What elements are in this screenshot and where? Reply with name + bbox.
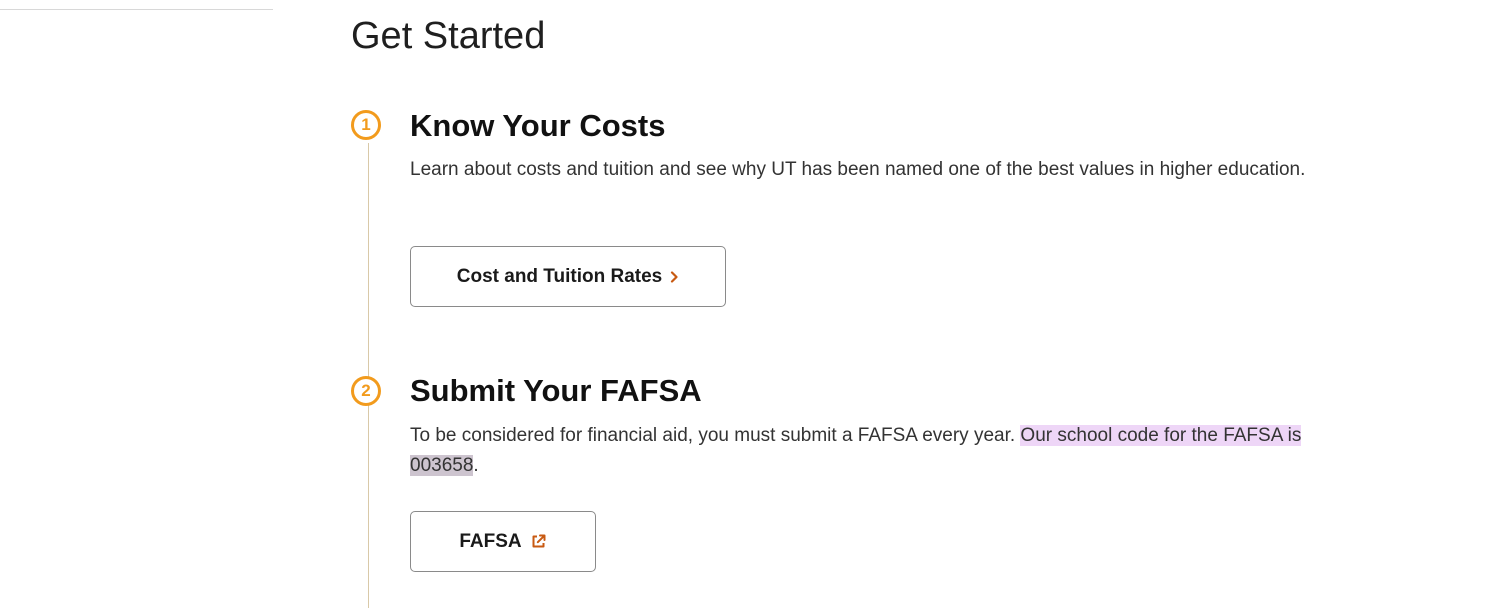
step-description-submit-your-fafsa: To be considered for financial aid, you … (410, 421, 1330, 481)
step-heading-submit-your-fafsa: Submit Your FAFSA (410, 373, 702, 408)
section-title: Get Started (351, 15, 546, 57)
external-link-icon (530, 533, 547, 550)
fafsa-button[interactable]: FAFSA (410, 511, 596, 572)
fafsa-description-text: To be considered for financial aid, you … (410, 425, 1021, 446)
chevron-right-icon (670, 270, 679, 283)
step-number-1: 1 (351, 110, 381, 140)
step-number-2: 2 (351, 376, 381, 406)
school-code-value: 003658 (410, 455, 474, 476)
description-period: . (473, 455, 479, 476)
step-heading-know-your-costs: Know Your Costs (410, 108, 666, 143)
cost-and-tuition-rates-button[interactable]: Cost and Tuition Rates (410, 246, 726, 307)
cost-and-tuition-rates-label: Cost and Tuition Rates (456, 265, 663, 287)
fafsa-button-label: FAFSA (459, 530, 522, 552)
step-description-know-your-costs: Learn about costs and tuition and see wh… (410, 159, 1306, 180)
page: Get Started 1 Know Your Costs Learn abou… (0, 0, 1500, 608)
top-divider (0, 9, 273, 10)
highlighted-school-code-text: Our school code for the FAFSA is (1020, 425, 1302, 446)
